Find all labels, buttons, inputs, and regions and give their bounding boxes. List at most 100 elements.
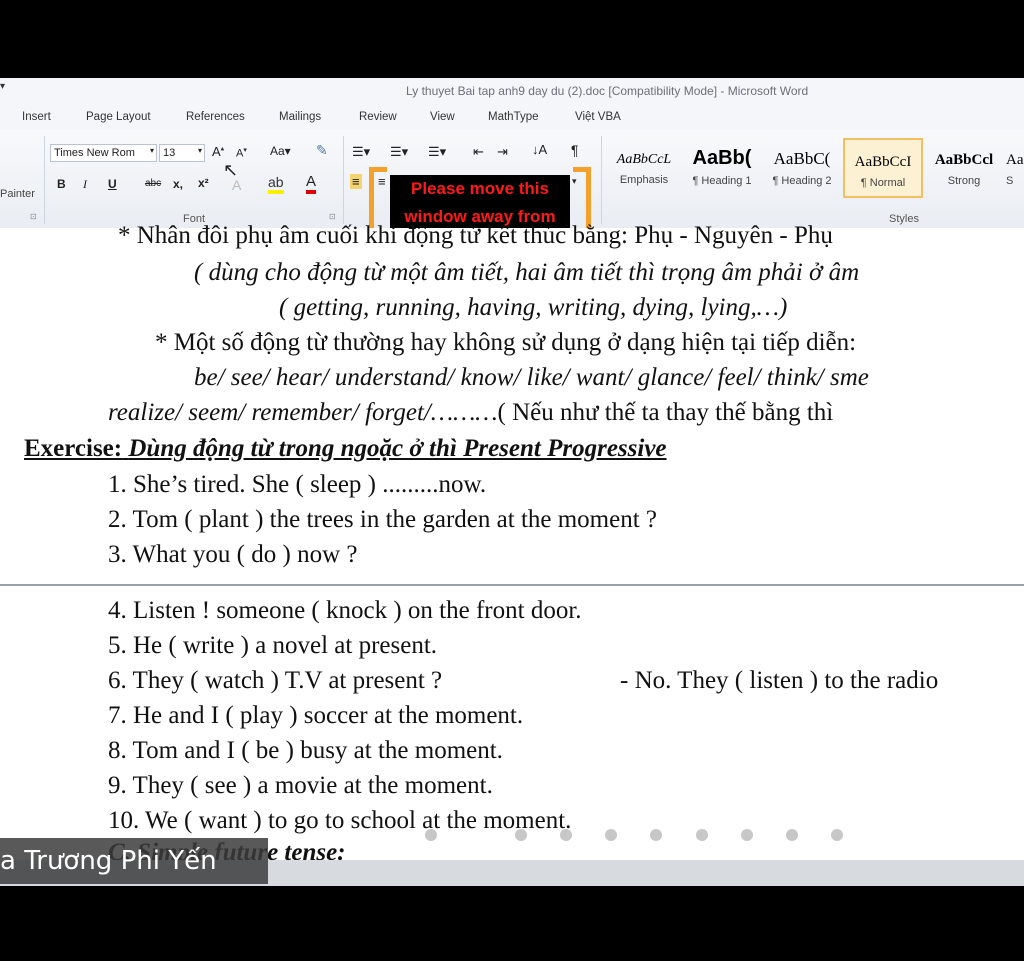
document-page: * Nhân đôi phụ âm cuối khi động từ kết t… [0,222,1024,886]
bold-icon[interactable]: B [57,177,66,191]
multilevel-list-icon[interactable]: ☰▾ [428,144,446,160]
chevron-down-icon: ▾ [149,146,154,155]
loading-dot [605,829,617,841]
style-name: ¶ Heading 1 [692,175,752,187]
exercise-heading: Exercise: Dùng động từ trong ngoặc ở thì… [24,435,667,463]
text-effects-icon[interactable]: A [232,177,241,193]
style-name: Emphasis [619,174,669,186]
doc-line-5b: ( Nếu như thế ta thay thế bằng thì [497,399,834,426]
bullets-icon[interactable]: ☰▾ [352,144,370,160]
participant-name-tag: a Trương Phi Yến [0,838,268,884]
word-window: ▾ Ly thuyet Bai tap anh9 day du (2).doc … [0,78,1024,886]
exercise-item-10: 10. We ( want ) to go to school at the m… [108,807,572,834]
subscript-icon[interactable]: x, [173,177,183,191]
style-name: Strong [947,175,981,187]
grow-font-icon[interactable]: A▴ [212,144,224,159]
font-name-box[interactable]: Times New Rom ▾ [50,144,157,162]
exercise-item-5: 5. He ( write ) a novel at present. [108,632,438,659]
exercise-item-7: 7. He and I ( play ) soccer at the momen… [108,702,524,729]
underline-icon[interactable]: U [108,177,117,191]
group-separator [343,136,344,224]
style-emphasis[interactable]: AaBbCcL Emphasis [606,138,682,198]
exercise-item-6-answer: - No. They ( listen ) to the radio [620,667,939,694]
style-sample: AaBbCcl [934,152,994,168]
sort-icon[interactable]: ↓A [532,142,547,157]
exercise-title: Dùng động từ trong ngoặc ở thì Present P… [128,435,667,462]
tab-viet-vba[interactable]: Việt VBA [575,111,621,123]
doc-line-3: * Một số động từ thường hay không sử dụn… [155,329,857,356]
clipboard-launcher-icon[interactable]: ⊡ [30,212,37,221]
loading-dot [425,829,437,841]
exercise-item-3: 3. What you ( do ) now ? [108,541,358,568]
font-launcher-icon[interactable]: ⊡ [329,212,336,221]
pilcrow-icon[interactable]: ¶ [571,142,579,158]
tab-references[interactable]: References [186,111,245,123]
strikethrough-icon[interactable]: abc [145,178,161,189]
style-sample: AaBbCcL [616,152,672,167]
page-break-line [0,584,1024,586]
style-sample: AaBb( [692,147,752,169]
style-heading-1[interactable]: AaBb( ¶ Heading 1 [684,138,760,198]
doc-line-5: realize/ seem/ remember/ forget/………( Nếu… [108,399,833,427]
group-separator [44,136,45,224]
chevron-down-icon: ▾ [197,146,202,155]
style-name: S [1006,175,1014,187]
style-subtitle[interactable]: Aa S [1006,138,1024,198]
exercise-label: Exercise: [24,435,123,462]
style-heading-2[interactable]: AaBbC( ¶ Heading 2 [764,138,840,198]
tab-mailings[interactable]: Mailings [279,111,321,123]
style-strong[interactable]: AaBbCcl Strong [926,138,1002,198]
exercise-item-9: 9. They ( see ) a movie at the moment. [108,772,493,799]
exercise-item-1: 1. She’s tired. She ( sleep ) .........n… [108,471,487,498]
numbering-icon[interactable]: ☰▾ [390,144,408,160]
italic-icon[interactable]: I [83,177,87,192]
superscript-icon[interactable]: x² [198,176,209,190]
tab-view[interactable]: View [430,111,455,123]
highlight-icon[interactable]: ab [268,174,284,194]
doc-line-1: ( dùng cho động từ một âm tiết, hai âm t… [194,259,860,286]
style-name: ¶ Heading 2 [772,175,832,187]
style-sample: AaBbC( [773,149,831,168]
doc-line-2: ( getting, running, having, writing, dyi… [279,294,788,321]
font-size-value: 13 [163,147,176,159]
window-title: Ly thuyet Bai tap anh9 day du (2).doc [C… [406,84,809,98]
shrink-font-icon[interactable]: A▾ [236,146,247,160]
doc-line-5a: realize/ seem/ remember/ forget/……… [108,399,498,426]
notice-line-1: Please move this [411,179,549,198]
style-sample: Aa [1006,152,1024,168]
font-name-value: Times New Rom [54,147,135,159]
exercise-item-6: 6. They ( watch ) T.V at present ? [108,667,443,694]
exercise-item-2: 2. Tom ( plant ) the trees in the garden… [108,506,658,533]
change-case-icon[interactable]: Aa▾ [270,144,291,158]
clear-formatting-icon[interactable]: ✎ [316,142,328,159]
tab-insert[interactable]: Insert [22,111,51,123]
decrease-indent-icon[interactable]: ⇤ [473,144,484,160]
exercise-item-4: 4. Listen ! someone ( knock ) on the fro… [108,597,582,624]
tab-mathtype[interactable]: MathType [488,111,539,123]
style-normal[interactable]: AaBbCcI ¶ Normal [843,138,923,198]
font-color-icon[interactable]: A [306,174,317,194]
style-name: ¶ Normal [860,177,906,189]
font-size-box[interactable]: 13 ▾ [159,144,205,162]
doc-line-4: be/ see/ hear/ understand/ know/ like/ w… [194,364,869,391]
loading-dot [831,829,843,841]
loading-dot [741,829,753,841]
doc-line-0: * Nhân đôi phụ âm cuối khi động từ kết t… [118,222,833,249]
group-separator [601,136,602,224]
loading-dot [560,829,572,841]
increase-indent-icon[interactable]: ⇥ [497,144,508,160]
format-painter-button[interactable]: Painter [0,188,35,200]
align-left-icon[interactable]: ≡ [350,174,362,189]
title-bar: ▾ Ly thuyet Bai tap anh9 day du (2).doc … [0,78,1024,104]
loading-dot [786,829,798,841]
loading-dot [650,829,662,841]
style-sample: AaBbCcI [854,154,912,170]
loading-dot [515,829,527,841]
ribbon-tabs: Insert Page Layout References Mailings R… [0,104,1024,130]
loading-dot [696,829,708,841]
styles-group-label: Styles [889,213,919,225]
tab-page-layout[interactable]: Page Layout [86,111,151,123]
exercise-item-8: 8. Tom and I ( be ) busy at the moment. [108,737,503,764]
tab-review[interactable]: Review [359,111,397,123]
quick-access-icon[interactable]: ▾ [0,81,5,92]
